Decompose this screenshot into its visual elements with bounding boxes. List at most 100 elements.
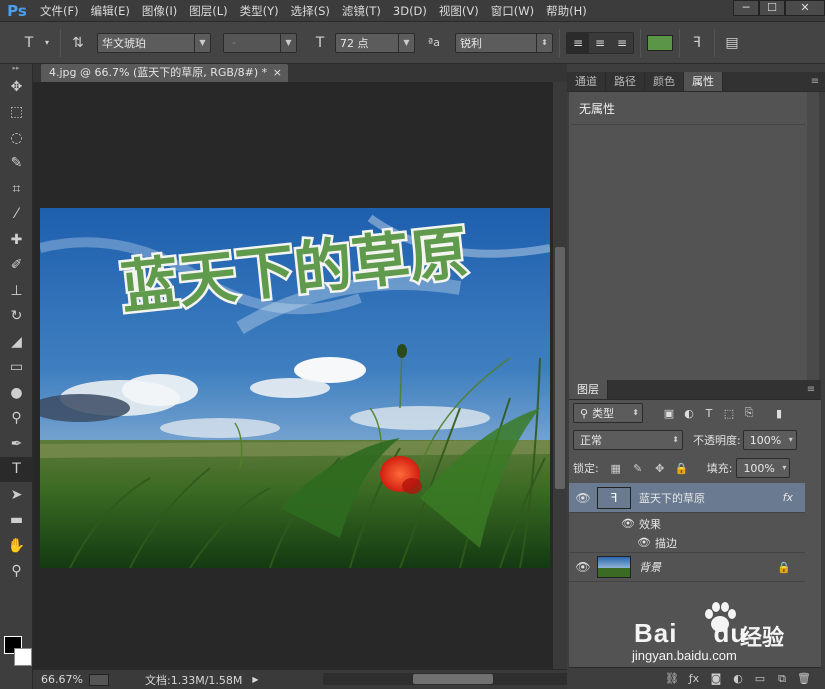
- marquee-tool-icon[interactable]: ⬚: [0, 100, 33, 126]
- rectangle-tool-icon[interactable]: ▬: [0, 508, 33, 534]
- adjustment-layer-icon[interactable]: ◐: [727, 672, 749, 685]
- new-group-icon[interactable]: ▭: [749, 672, 771, 685]
- layer-background[interactable]: 👁 背景 🔒: [569, 552, 805, 582]
- font-style-select[interactable]: - ▼: [223, 32, 297, 53]
- lasso-tool-icon[interactable]: ◌: [0, 125, 33, 151]
- image-filter-icon[interactable]: ▣: [659, 403, 679, 423]
- crop-tool-icon[interactable]: ⌗: [0, 176, 33, 202]
- blur-tool-icon[interactable]: ●: [0, 380, 33, 406]
- menu-file[interactable]: 文件(F): [34, 0, 85, 22]
- type-filter-icon[interactable]: T: [699, 403, 719, 423]
- shape-filter-icon[interactable]: ⬚: [719, 403, 739, 423]
- canvas-image[interactable]: 蓝天下的草原: [40, 208, 550, 568]
- chevron-down-icon: ▾: [788, 435, 793, 444]
- fill-input[interactable]: 100% ▾: [736, 458, 791, 478]
- filter-toggle-icon[interactable]: ▮: [769, 403, 789, 423]
- blend-mode-value: 正常: [580, 434, 602, 447]
- align-center-icon[interactable]: ≡: [589, 33, 611, 53]
- panel-menu-icon[interactable]: ≡: [801, 380, 821, 399]
- antialias-select[interactable]: 锐利 ⬍: [455, 32, 553, 53]
- move-tool-icon[interactable]: ✥: [0, 74, 33, 100]
- zoom-level[interactable]: 66.67%: [41, 673, 89, 686]
- new-layer-icon[interactable]: ⧉: [771, 672, 793, 686]
- clone-stamp-tool-icon[interactable]: ⊥: [0, 278, 33, 304]
- menu-edit[interactable]: 编辑(E): [85, 0, 136, 22]
- menu-layer[interactable]: 图层(L): [183, 0, 233, 22]
- background-color-swatch[interactable]: [14, 648, 32, 666]
- font-size-select[interactable]: 72 点 ▼: [335, 32, 415, 53]
- minimize-button[interactable]: ─: [733, 0, 759, 16]
- scrollbar-thumb[interactable]: [555, 247, 565, 489]
- link-layers-icon[interactable]: ⛓: [661, 672, 683, 685]
- scrollbar-thumb[interactable]: [413, 674, 493, 684]
- add-mask-icon[interactable]: ◙: [705, 672, 727, 685]
- separator: [640, 28, 641, 57]
- vertical-scrollbar[interactable]: [553, 82, 567, 669]
- smart-object-filter-icon[interactable]: ⎘: [739, 403, 759, 423]
- menu-image[interactable]: 图像(I): [136, 0, 183, 22]
- eye-icon[interactable]: 👁: [621, 517, 639, 530]
- eye-icon[interactable]: 👁: [569, 491, 597, 505]
- panel-menu-icon[interactable]: ≡: [805, 72, 825, 91]
- zoom-tool-icon[interactable]: ⚲: [0, 559, 33, 585]
- menu-help[interactable]: 帮助(H): [540, 0, 593, 22]
- type-tool-icon[interactable]: T: [18, 32, 40, 54]
- fx-icon[interactable]: fx: [783, 491, 793, 504]
- layer-filter-select[interactable]: ⚲ 类型 ⬍: [573, 403, 643, 423]
- adjustment-filter-icon[interactable]: ◐: [679, 403, 699, 423]
- menu-view[interactable]: 视图(V): [433, 0, 485, 22]
- status-arrow-icon[interactable]: ▶: [252, 675, 258, 684]
- text-color-swatch[interactable]: [647, 34, 673, 51]
- brush-tool-icon[interactable]: ✐: [0, 253, 33, 279]
- close-button[interactable]: ✕: [785, 0, 825, 16]
- effects-row[interactable]: 👁 效果: [569, 514, 805, 533]
- toggle-orientation-icon[interactable]: ⇅: [67, 32, 89, 54]
- tool-preset-arrow-icon[interactable]: ▾: [40, 32, 54, 54]
- path-select-tool-icon[interactable]: ➤: [0, 482, 33, 508]
- tab-channels[interactable]: 通道: [567, 72, 606, 91]
- menu-window[interactable]: 窗口(W): [485, 0, 540, 22]
- layer-text[interactable]: 👁 ꟻ 蓝天下的草原 fx: [569, 483, 805, 513]
- eye-icon[interactable]: 👁: [637, 536, 655, 549]
- restore-button[interactable]: ☐: [759, 0, 785, 16]
- document-tab[interactable]: 4.jpg @ 66.7% (蓝天下的草原, RGB/8#) * ×: [41, 64, 288, 82]
- opacity-input[interactable]: 100% ▾: [742, 430, 797, 450]
- healing-brush-tool-icon[interactable]: ✚: [0, 227, 33, 253]
- dodge-tool-icon[interactable]: ⚲: [0, 406, 33, 432]
- status-icon[interactable]: [89, 673, 109, 686]
- warp-text-icon[interactable]: ꟻ: [686, 32, 708, 54]
- tab-paths[interactable]: 路径: [606, 72, 645, 91]
- tab-properties[interactable]: 属性: [684, 72, 723, 91]
- lock-position-icon[interactable]: ✥: [649, 459, 671, 477]
- font-family-select[interactable]: 华文琥珀 ▼: [97, 32, 211, 53]
- eraser-tool-icon[interactable]: ◢: [0, 329, 33, 355]
- menu-3d[interactable]: 3D(D): [387, 0, 433, 22]
- align-right-icon[interactable]: ≡: [611, 33, 633, 53]
- close-tab-icon[interactable]: ×: [273, 64, 282, 82]
- lock-pixels-icon[interactable]: ✎: [627, 459, 649, 477]
- document-info: 文档:1.33M/1.58M: [145, 673, 243, 687]
- lock-all-icon[interactable]: 🔒: [671, 459, 693, 477]
- hand-tool-icon[interactable]: ✋: [0, 533, 33, 559]
- tab-layers[interactable]: 图层: [569, 380, 608, 399]
- lock-transparency-icon[interactable]: ▦: [605, 459, 627, 477]
- delete-layer-icon[interactable]: 🗑: [793, 672, 815, 685]
- align-left-icon[interactable]: ≡: [567, 32, 589, 53]
- type-tool-icon[interactable]: T: [0, 456, 33, 482]
- menu-filter[interactable]: 滤镜(T): [336, 0, 387, 22]
- gradient-tool-icon[interactable]: ▭: [0, 355, 33, 381]
- horizontal-scrollbar[interactable]: [323, 673, 579, 685]
- stroke-effect-row[interactable]: 👁 描边: [569, 533, 805, 552]
- add-style-icon[interactable]: ƒx: [683, 672, 705, 685]
- character-panel-icon[interactable]: ▤: [721, 32, 743, 54]
- blend-mode-select[interactable]: 正常 ⬍: [573, 430, 683, 450]
- eyedropper-tool-icon[interactable]: ⁄: [0, 202, 33, 228]
- quick-select-tool-icon[interactable]: ✎: [0, 151, 33, 177]
- tab-color[interactable]: 颜色: [645, 72, 684, 91]
- eye-icon[interactable]: 👁: [569, 560, 597, 574]
- menu-type[interactable]: 类型(Y): [234, 0, 285, 22]
- pen-tool-icon[interactable]: ✒: [0, 431, 33, 457]
- properties-scrollbar[interactable]: [807, 92, 819, 382]
- history-brush-tool-icon[interactable]: ↻: [0, 304, 33, 330]
- menu-select[interactable]: 选择(S): [285, 0, 336, 22]
